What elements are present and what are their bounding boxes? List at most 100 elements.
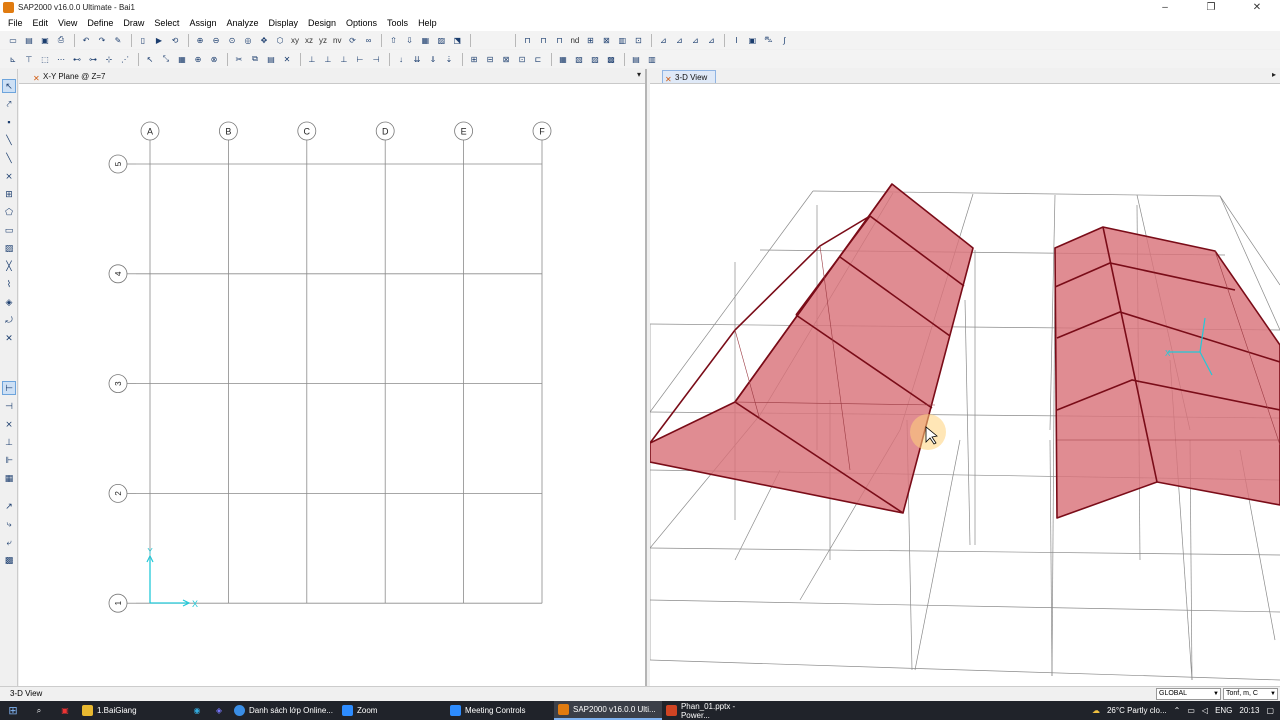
run-analysis-icon[interactable]: ▶ (152, 33, 166, 47)
draw-braces-icon[interactable]: ⨯ (2, 169, 16, 183)
area-loads-icon[interactable]: ⇓ (426, 52, 440, 66)
left-roof-shell[interactable] (650, 183, 974, 514)
menu-view[interactable]: View (58, 18, 77, 28)
taskbar-app-1[interactable]: 1.BaiGiang (78, 701, 186, 720)
draw-link-icon[interactable]: ╳ (2, 259, 16, 273)
lock-icon[interactable]: ▯ (136, 33, 150, 47)
chevron-right-icon[interactable]: ▸ (1272, 70, 1276, 79)
menu-draw[interactable]: Draw (123, 18, 144, 28)
redo-icon[interactable]: ↷ (95, 33, 109, 47)
show-deformed-icon[interactable]: ⊓ (552, 33, 566, 47)
draw-solid-icon[interactable]: ◈ (2, 295, 16, 309)
tab-3d-view[interactable]: ✕ 3-D View (662, 70, 717, 84)
taskbar-app-3[interactable]: Zoom (338, 701, 446, 720)
chevron-down-icon[interactable]: ▾ (637, 70, 641, 79)
design-concrete-icon[interactable]: ⊿ (672, 33, 686, 47)
grid-toggle-icon[interactable]: ▩ (2, 553, 16, 567)
taskbar-app-2[interactable]: Danh sách lớp Online... (230, 701, 338, 720)
merge-joints-icon[interactable]: ⊠ (499, 52, 513, 66)
menu-help[interactable]: Help (418, 18, 437, 28)
design-steel-icon[interactable]: ⊿ (656, 33, 670, 47)
joint-restraints-icon[interactable]: ⊥ (305, 52, 319, 66)
load-cases-icon[interactable]: ⊶ (86, 52, 100, 66)
draw-dimension-icon[interactable]: ✕ (2, 331, 16, 345)
joint-loads-icon[interactable]: ↓ (394, 52, 408, 66)
3d-view-canvas[interactable]: X (650, 84, 1280, 686)
snap-perpendicular-icon[interactable]: ⊥ (2, 435, 16, 449)
draw-joint-icon[interactable]: ▪ (2, 115, 16, 129)
temperature-loads-icon[interactable]: ⇣ (442, 52, 456, 66)
pdf-app-icon[interactable]: ▣ (52, 701, 78, 720)
windows-start-icon[interactable]: ⊞ (0, 701, 26, 720)
show-tables-icon[interactable]: ▥ (615, 33, 629, 47)
copy-icon[interactable]: ⧉ (248, 52, 262, 66)
edge-icon[interactable]: ◉ (186, 701, 208, 720)
undo-icon[interactable]: ↶ (79, 33, 93, 47)
menu-assign[interactable]: Assign (189, 18, 216, 28)
right-roof-shell[interactable] (1054, 226, 1280, 519)
reshaper-icon[interactable]: ⤤ (2, 97, 16, 111)
frame-releases-icon[interactable]: ⊢ (353, 52, 367, 66)
rubber-band-zoom-icon[interactable]: ⟲ (168, 33, 182, 47)
taskbar-app-4[interactable]: Meeting Controls (446, 701, 554, 720)
snap-lines-icon[interactable]: ⊩ (2, 453, 16, 467)
frame-sections-icon[interactable]: ⊤ (22, 52, 36, 66)
taskbar-app-6[interactable]: Phan_01.pptx - Power... (662, 701, 770, 720)
draw-rect-area-icon[interactable]: ▭ (2, 223, 16, 237)
functions-icon[interactable]: ⋰ (118, 52, 132, 66)
object-shrink-icon[interactable]: ▨ (434, 33, 448, 47)
replicate-icon[interactable]: ⊞ (467, 52, 481, 66)
weather-text[interactable]: 26°C Partly clo... (1107, 706, 1167, 715)
design-cold-icon[interactable]: ⊿ (704, 33, 718, 47)
cut-icon[interactable]: ✂ (232, 52, 246, 66)
zoom-full-icon[interactable]: ⊙ (225, 33, 239, 47)
draw-poly-area-icon[interactable]: ⬠ (2, 205, 16, 219)
snap-points-icon[interactable]: ⊕ (191, 52, 205, 66)
snap-grid-icon[interactable]: ▦ (175, 52, 189, 66)
design-frame-icon[interactable]: ⊿ (688, 33, 702, 47)
auto-mesh-icon[interactable]: ▧ (572, 52, 586, 66)
set-display-icon[interactable]: ⬔ (450, 33, 464, 47)
chart-icon[interactable]: ▣ (745, 33, 759, 47)
notifications-icon[interactable]: ▢ (1266, 706, 1274, 715)
refresh-icon[interactable]: ✎ (111, 33, 125, 47)
show-forces-icon[interactable]: ⊞ (583, 33, 597, 47)
intersection-icon[interactable]: ⊗ (207, 52, 221, 66)
menu-design[interactable]: Design (308, 18, 336, 28)
clear-selection-icon[interactable]: ⤶ (2, 535, 16, 549)
pan-icon[interactable]: ✥ (257, 33, 271, 47)
get-previous-selection-icon[interactable]: ⤷ (2, 517, 16, 531)
language-indicator[interactable]: ENG (1215, 706, 1232, 715)
network-icon[interactable]: ▭ (1187, 706, 1195, 715)
xz-view-button[interactable]: xz (303, 33, 315, 47)
menu-tools[interactable]: Tools (387, 18, 408, 28)
combos-icon[interactable]: ⊹ (102, 52, 116, 66)
reshape-icon[interactable]: ⤡ (159, 52, 173, 66)
snap-ends-icon[interactable]: ⊣ (2, 399, 16, 413)
search-icon[interactable]: ⌕ (26, 701, 52, 720)
extrude-icon[interactable]: ⊏ (531, 52, 545, 66)
draw-tendon-icon[interactable]: ⌇ (2, 277, 16, 291)
edge-constraint-icon[interactable]: ▨ (588, 52, 602, 66)
move-up-icon[interactable]: ⇧ (386, 33, 400, 47)
fill-objects-icon[interactable]: ▤ (629, 52, 643, 66)
paste-icon[interactable]: ▤ (264, 52, 278, 66)
snap-points-icon-left[interactable]: ⊢ (2, 381, 16, 395)
joint-springs-icon[interactable]: ⊥ (321, 52, 335, 66)
xy-plane-canvas[interactable]: A B C D E F 5 4 3 2 1 Y X (19, 84, 647, 686)
joint-mass-icon[interactable]: ⊥ (337, 52, 351, 66)
menu-select[interactable]: Select (154, 18, 179, 28)
chevron-up-icon[interactable]: ⌃ (1174, 706, 1181, 715)
xy-view-button[interactable]: xy (289, 33, 301, 47)
load-patterns-icon[interactable]: ⊷ (70, 52, 84, 66)
menu-edit[interactable]: Edit (33, 18, 49, 28)
show-loads-icon[interactable]: ⊓ (536, 33, 550, 47)
print-icon[interactable]: ⎙ (54, 33, 68, 47)
mesh-areas-icon[interactable]: ▦ (556, 52, 570, 66)
link-props-icon[interactable]: ⋯ (54, 52, 68, 66)
area-sections-icon[interactable]: ⬚ (38, 52, 52, 66)
minimize-button[interactable]: – (1142, 0, 1188, 15)
menu-define[interactable]: Define (87, 18, 113, 28)
extrude-view-icon[interactable]: ▥ (645, 52, 659, 66)
quick-draw-frame-icon[interactable]: ╲ (2, 151, 16, 165)
